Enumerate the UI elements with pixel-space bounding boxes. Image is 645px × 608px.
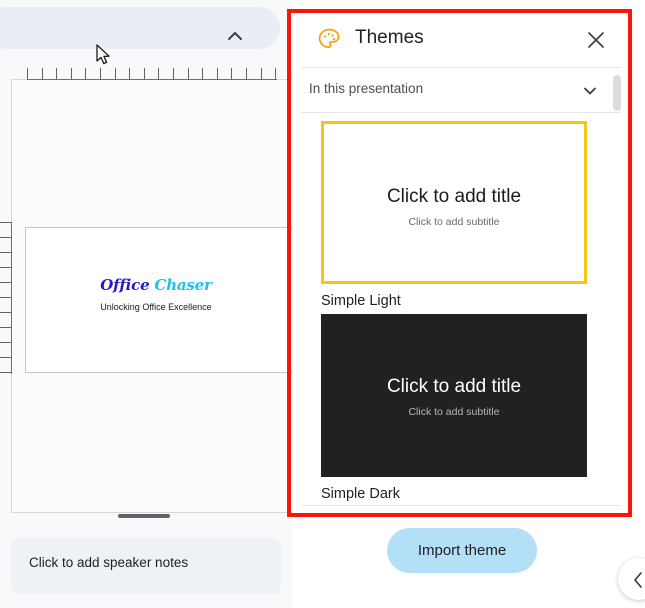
list-divider [301, 505, 621, 506]
import-theme-button[interactable]: Import theme [387, 528, 537, 573]
ruler-tick [27, 68, 28, 79]
theme-source-value: In this presentation [309, 81, 424, 96]
theme-preview-subtitle: Click to add subtitle [408, 406, 500, 418]
slide-subtitle-text[interactable]: Unlocking Office Excellence [26, 302, 286, 312]
ruler-tick [0, 297, 11, 298]
ruler-tick [246, 68, 247, 79]
ruler-tick [260, 68, 262, 79]
ruler-tick [0, 342, 11, 343]
themes-list: Click to add title Click to add subtitle… [292, 114, 630, 506]
ruler-tick [0, 357, 11, 358]
ruler-tick [0, 312, 11, 313]
chevron-up-icon[interactable] [224, 25, 246, 47]
vertical-ruler [0, 222, 12, 374]
ruler-tick [85, 68, 87, 79]
ruler-tick [0, 327, 11, 328]
source-divider [301, 112, 621, 113]
palette-icon [317, 27, 341, 51]
ruler-tick [202, 68, 204, 79]
themes-panel: Themes In this presentation Click to add… [292, 0, 645, 608]
horizontal-ruler [27, 68, 277, 80]
theme-name-label: Simple Dark [321, 486, 400, 502]
ruler-tick [70, 68, 72, 79]
ruler-tick [129, 68, 131, 79]
ruler-tick [0, 222, 11, 223]
ruler-tick [216, 68, 218, 79]
slide-title-word-1: Office [100, 276, 150, 294]
themes-panel-header: Themes [292, 9, 630, 66]
ruler-tick [56, 68, 58, 79]
ruler-tick [41, 68, 43, 79]
ruler-tick [100, 68, 101, 79]
ruler-tick [187, 68, 189, 79]
slide-thumbnail-canvas[interactable]: Office Chaser Unlocking Office Excellenc… [25, 227, 292, 373]
close-icon[interactable] [587, 31, 605, 49]
ruler-tick [0, 252, 11, 253]
notes-drag-handle[interactable] [118, 514, 170, 518]
ruler-tick [158, 68, 160, 79]
slide-title-word-2: Chaser [154, 276, 212, 294]
editor-toolbar-bar [0, 7, 280, 49]
ruler-tick [231, 68, 233, 79]
speaker-notes-placeholder: Click to add speaker notes [29, 555, 189, 570]
ruler-tick [0, 282, 11, 283]
theme-preview-title: Click to add title [386, 376, 522, 397]
slide-editor-workspace: Office Chaser Unlocking Office Excellenc… [0, 0, 292, 608]
ruler-tick [0, 372, 11, 373]
theme-source-dropdown[interactable]: In this presentation [301, 68, 621, 112]
themes-panel-title: Themes [355, 27, 424, 48]
theme-preview-subtitle: Click to add subtitle [408, 216, 500, 228]
theme-name-label: Simple Light [321, 293, 401, 309]
theme-preview-title: Click to add title [386, 186, 522, 207]
ruler-tick [173, 68, 174, 79]
ruler-tick [0, 267, 11, 268]
ruler-tick [0, 237, 11, 238]
speaker-notes-box[interactable]: Click to add speaker notes [11, 538, 281, 594]
theme-preview-dark[interactable]: Click to add title Click to add subtitle [321, 314, 587, 477]
ruler-tick [275, 68, 277, 79]
ruler-tick [143, 68, 145, 79]
themes-scrollbar-thumb[interactable] [613, 75, 621, 111]
chevron-down-icon [582, 83, 598, 99]
slide-title-text[interactable]: Office Chaser [26, 276, 286, 294]
ruler-tick [114, 68, 116, 79]
theme-preview-light[interactable]: Click to add title Click to add subtitle [321, 121, 587, 284]
